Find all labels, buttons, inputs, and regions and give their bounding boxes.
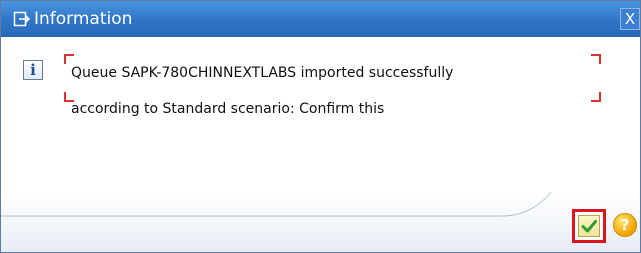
highlight-corner-bottom-left — [64, 92, 74, 102]
message-area: i Queue SAPK-780CHINNEXTLABS imported su… — [1, 37, 640, 192]
button-bar: ? — [1, 192, 640, 252]
dialog-title: Information — [34, 9, 133, 29]
message-line-1: Queue SAPK-780CHINNEXTLABS imported succ… — [71, 65, 454, 81]
question-mark-icon: ? — [620, 216, 630, 234]
dialog-window-icon — [13, 11, 31, 27]
information-icon: i — [23, 60, 43, 80]
information-dialog: Information X i Queue SAPK-780CHINNEXTLA… — [0, 0, 641, 253]
message-line-2: according to Standard scenario: Confirm … — [71, 101, 385, 117]
message-text: Queue SAPK-780CHINNEXTLABS imported succ… — [71, 63, 453, 135]
close-icon: X — [624, 10, 636, 28]
footer-decoration — [1, 192, 552, 217]
confirm-button[interactable] — [572, 209, 606, 243]
title-bar: Information X — [1, 1, 640, 37]
highlight-corner-top-left — [64, 54, 74, 64]
green-checkmark-icon — [581, 220, 597, 233]
help-button[interactable]: ? — [613, 213, 637, 237]
highlight-corner-top-right — [591, 54, 601, 64]
highlight-corner-bottom-right — [591, 92, 601, 102]
close-button[interactable]: X — [620, 8, 640, 30]
